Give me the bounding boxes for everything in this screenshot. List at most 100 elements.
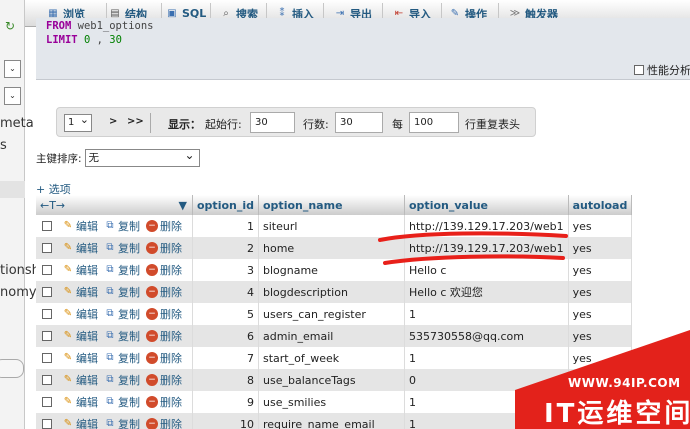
copy-link[interactable]: 复制: [118, 328, 140, 344]
delete-link[interactable]: 删除: [160, 284, 182, 300]
delete-link[interactable]: 删除: [160, 350, 182, 366]
row-checkbox[interactable]: [42, 243, 52, 253]
cell-autoload[interactable]: yes: [568, 259, 633, 281]
cell-autoload[interactable]: yes: [568, 303, 633, 325]
pencil-icon[interactable]: ✎: [62, 352, 74, 364]
copy-icon[interactable]: ⧉: [104, 374, 116, 386]
pencil-icon[interactable]: ✎: [62, 220, 74, 232]
edit-link[interactable]: 编辑: [76, 306, 98, 322]
cell-option-id[interactable]: 1: [192, 215, 259, 237]
copy-link[interactable]: 复制: [118, 416, 140, 429]
start-row-input[interactable]: 30: [250, 112, 295, 133]
column-header-autoload[interactable]: autoload: [568, 195, 633, 215]
cell-option-id[interactable]: 6: [192, 325, 259, 347]
delete-icon[interactable]: −: [146, 330, 158, 342]
profiling-checkbox[interactable]: [634, 65, 644, 75]
column-arrows-icon[interactable]: ←T→: [40, 199, 65, 212]
pencil-icon[interactable]: ✎: [62, 286, 74, 298]
row-checkbox[interactable]: [42, 309, 52, 319]
delete-link[interactable]: 删除: [160, 262, 182, 278]
cell-option-name[interactable]: admin_email: [258, 325, 405, 347]
cell-option-id[interactable]: 8: [192, 369, 259, 391]
refresh-icon[interactable]: ↻: [5, 20, 17, 32]
copy-icon[interactable]: ⧉: [104, 330, 116, 342]
edit-link[interactable]: 编辑: [76, 350, 98, 366]
cell-option-id[interactable]: 3: [192, 259, 259, 281]
copy-icon[interactable]: ⧉: [104, 264, 116, 276]
copy-link[interactable]: 复制: [118, 240, 140, 256]
nav-button[interactable]: [0, 359, 24, 378]
delete-link[interactable]: 删除: [160, 394, 182, 410]
row-checkbox[interactable]: [42, 397, 52, 407]
last-page-button[interactable]: >>: [127, 116, 144, 127]
edit-link[interactable]: 编辑: [76, 240, 98, 256]
delete-link[interactable]: 删除: [160, 306, 182, 322]
delete-icon[interactable]: −: [146, 352, 158, 364]
copy-link[interactable]: 复制: [118, 350, 140, 366]
cell-option-name[interactable]: require_name_email: [258, 413, 405, 429]
cell-option-name[interactable]: home: [258, 237, 405, 259]
edit-link[interactable]: 编辑: [76, 284, 98, 300]
copy-icon[interactable]: ⧉: [104, 220, 116, 232]
copy-link[interactable]: 复制: [118, 394, 140, 410]
row-checkbox[interactable]: [42, 287, 52, 297]
delete-link[interactable]: 删除: [160, 328, 182, 344]
copy-icon[interactable]: ⧉: [104, 308, 116, 320]
delete-link[interactable]: 删除: [160, 416, 182, 429]
cell-option-id[interactable]: 5: [192, 303, 259, 325]
page-select[interactable]: 1: [64, 112, 92, 132]
delete-link[interactable]: 删除: [160, 372, 182, 388]
copy-link[interactable]: 复制: [118, 372, 140, 388]
copy-link[interactable]: 复制: [118, 306, 140, 322]
sort-dropdown-icon[interactable]: ▼: [179, 199, 187, 212]
cell-autoload[interactable]: yes: [568, 237, 633, 259]
cell-option-name[interactable]: blogdescription: [258, 281, 405, 303]
edit-link[interactable]: 编辑: [76, 394, 98, 410]
row-checkbox[interactable]: [42, 331, 52, 341]
cell-option-value[interactable]: 1: [404, 303, 569, 325]
row-checkbox[interactable]: [42, 353, 52, 363]
copy-link[interactable]: 复制: [118, 284, 140, 300]
column-header-option-name[interactable]: option_name: [258, 195, 405, 215]
sort-select[interactable]: 无: [84, 147, 200, 167]
cell-option-value[interactable]: http://139.129.17.203/web1: [404, 237, 569, 259]
pencil-icon[interactable]: ✎: [62, 242, 74, 254]
row-checkbox[interactable]: [42, 419, 52, 429]
copy-link[interactable]: 复制: [118, 218, 140, 234]
cell-option-id[interactable]: 9: [192, 391, 259, 413]
edit-link[interactable]: 编辑: [76, 218, 98, 234]
cell-option-name[interactable]: blogname: [258, 259, 405, 281]
repeat-header-input[interactable]: 100: [409, 112, 459, 133]
edit-link[interactable]: 编辑: [76, 372, 98, 388]
database-select[interactable]: ⌄: [4, 87, 21, 105]
pencil-icon[interactable]: ✎: [62, 396, 74, 408]
pencil-icon[interactable]: ✎: [62, 374, 74, 386]
column-header-option-value[interactable]: option_value: [404, 195, 569, 215]
cell-option-name[interactable]: use_smilies: [258, 391, 405, 413]
delete-icon[interactable]: −: [146, 396, 158, 408]
copy-link[interactable]: 复制: [118, 262, 140, 278]
delete-icon[interactable]: −: [146, 220, 158, 232]
delete-icon[interactable]: −: [146, 264, 158, 276]
pencil-icon[interactable]: ✎: [62, 418, 74, 429]
cell-autoload[interactable]: yes: [568, 281, 633, 303]
delete-icon[interactable]: −: [146, 374, 158, 386]
cell-option-id[interactable]: 2: [192, 237, 259, 259]
cell-option-value[interactable]: Hello c: [404, 259, 569, 281]
edit-link[interactable]: 编辑: [76, 416, 98, 429]
cell-option-value[interactable]: Hello c 欢迎您: [404, 281, 569, 303]
cell-option-name[interactable]: siteurl: [258, 215, 405, 237]
copy-icon[interactable]: ⧉: [104, 242, 116, 254]
cell-option-value[interactable]: http://139.129.17.203/web1: [404, 215, 569, 237]
server-select[interactable]: ⌄: [4, 60, 21, 78]
nav-fragment[interactable]: nomy: [0, 285, 37, 300]
edit-link[interactable]: 编辑: [76, 262, 98, 278]
next-page-button[interactable]: >: [109, 116, 117, 127]
cell-option-name[interactable]: start_of_week: [258, 347, 405, 369]
row-checkbox[interactable]: [42, 221, 52, 231]
pencil-icon[interactable]: ✎: [62, 308, 74, 320]
nav-fragment[interactable]: tionsh: [0, 263, 40, 278]
row-checkbox[interactable]: [42, 265, 52, 275]
copy-icon[interactable]: ⧉: [104, 396, 116, 408]
column-header-option-id[interactable]: option_id: [192, 195, 259, 215]
